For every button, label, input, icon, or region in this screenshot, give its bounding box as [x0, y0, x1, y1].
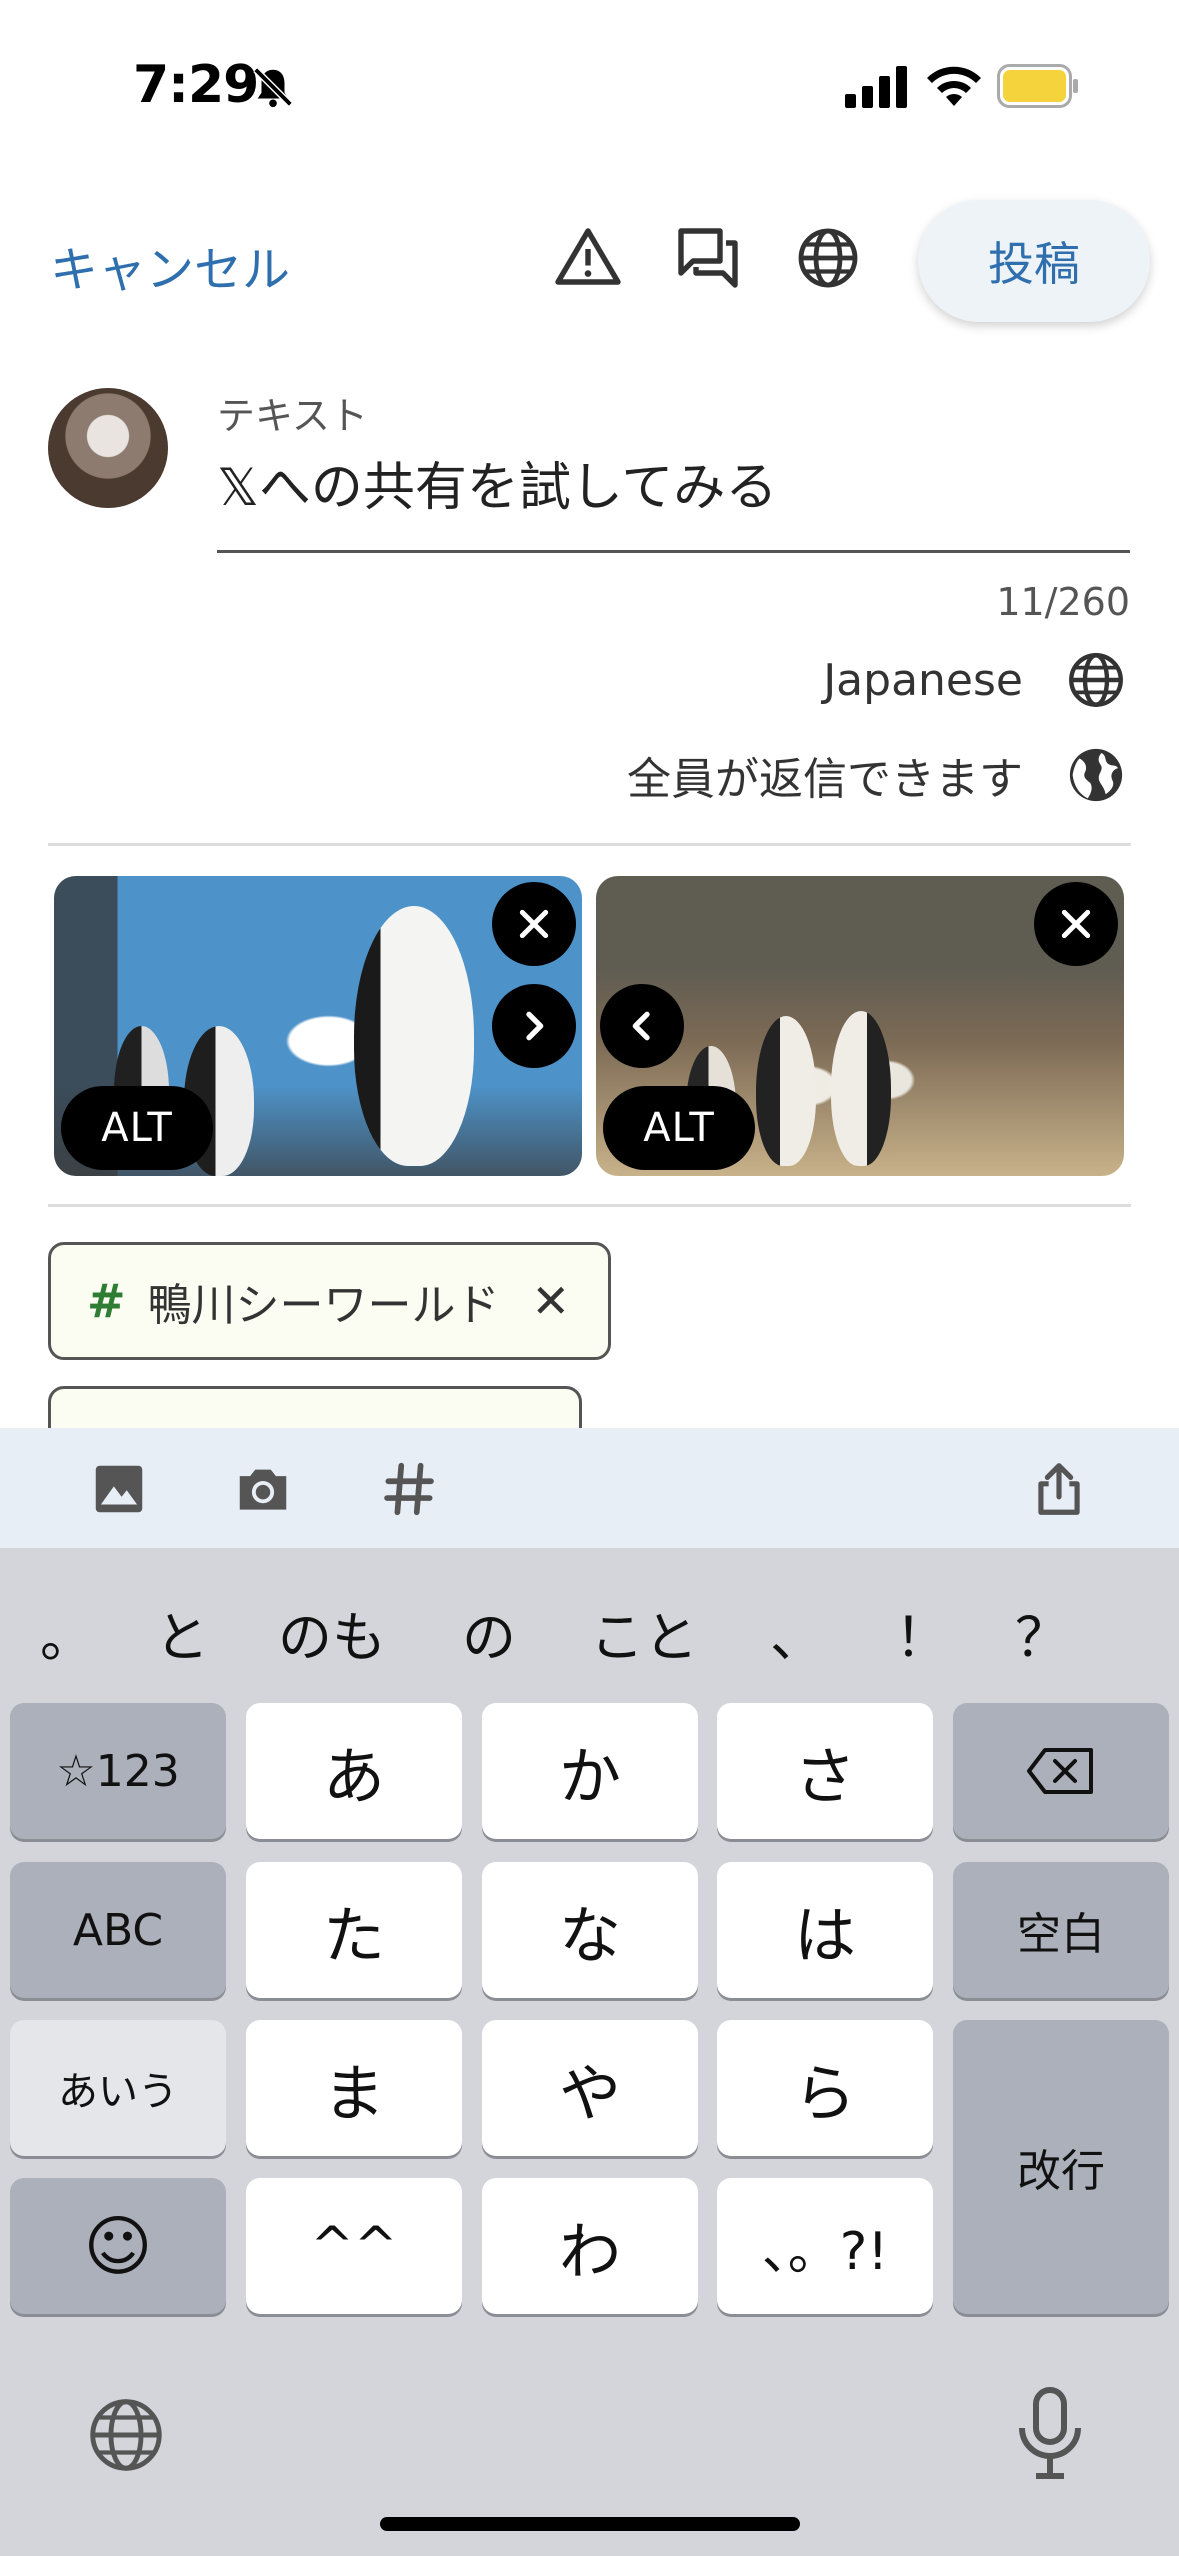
status-bar: 7:29: [0, 0, 1179, 170]
key-ha[interactable]: は: [717, 1862, 933, 1998]
cancel-button[interactable]: キャンセル: [50, 230, 290, 300]
reply-setting-label: 全員が返信できます: [627, 754, 1023, 805]
key-abc[interactable]: ABC: [10, 1862, 226, 1998]
alt-text-button[interactable]: ALT: [603, 1086, 755, 1170]
candidate-item[interactable]: こと: [590, 1593, 698, 1672]
hashtag-icon: #: [87, 1274, 126, 1328]
backspace-key[interactable]: [953, 1703, 1169, 1839]
warning-icon[interactable]: [552, 222, 624, 294]
penguin-shape: [831, 1011, 891, 1166]
keyboard-switch-globe-icon[interactable]: [84, 2393, 168, 2477]
attached-image-1[interactable]: ALT: [54, 876, 582, 1176]
candidate-bar: 。 と のも の こと 、 ！ ？: [0, 1548, 1179, 1698]
clock: 7:29: [133, 55, 259, 115]
divider: [48, 843, 1131, 846]
remove-image-button[interactable]: [1034, 882, 1118, 966]
divider: [48, 1204, 1131, 1207]
penguin-shape: [756, 1016, 816, 1166]
key-punctuation[interactable]: 、。?!: [717, 2178, 933, 2314]
microphone-icon[interactable]: [1010, 2386, 1090, 2482]
key-symbols[interactable]: ☆123: [10, 1703, 226, 1839]
hashtag-label: 鴨川シーワールド: [147, 1280, 500, 1331]
key-kana-mode[interactable]: あいう: [10, 2020, 226, 2156]
penguin-shape: [354, 906, 474, 1166]
post-text-input[interactable]: 𝕏への共有を試してみる: [217, 445, 777, 520]
close-icon: [519, 909, 549, 939]
key-ta[interactable]: た: [246, 1862, 462, 1998]
compose-toolbar: [0, 1428, 1179, 1548]
candidate-item[interactable]: 、: [770, 1593, 824, 1672]
remove-hashtag-icon[interactable]: ✕: [532, 1274, 571, 1328]
key-ma[interactable]: ま: [246, 2020, 462, 2156]
return-key[interactable]: 改行: [953, 2020, 1169, 2314]
hashtag-icon[interactable]: [378, 1458, 440, 1520]
character-counter: 11/260: [996, 580, 1130, 624]
candidate-item[interactable]: のも: [278, 1593, 386, 1672]
emoji-key[interactable]: ☺: [10, 2178, 226, 2314]
move-left-button[interactable]: [600, 984, 684, 1068]
remove-image-button[interactable]: [492, 882, 576, 966]
alt-text-button[interactable]: ALT: [61, 1086, 213, 1170]
key-wa[interactable]: わ: [482, 2178, 698, 2314]
candidate-item[interactable]: と: [155, 1593, 209, 1672]
avatar[interactable]: [48, 388, 168, 508]
chevron-right-icon: [526, 1011, 544, 1041]
move-right-button[interactable]: [492, 984, 576, 1068]
bell-muted-icon: [253, 67, 293, 108]
key-sa[interactable]: さ: [717, 1703, 933, 1839]
image-icon[interactable]: [88, 1458, 150, 1520]
space-key[interactable]: 空白: [953, 1862, 1169, 1998]
reply-setting-selector[interactable]: 全員が返信できます: [627, 740, 1129, 810]
key-na[interactable]: な: [482, 1862, 698, 1998]
key-ya[interactable]: や: [482, 2020, 698, 2156]
post-button[interactable]: 投稿: [918, 200, 1150, 322]
cellular-signal-icon: [845, 66, 907, 108]
text-field-underline: [217, 550, 1130, 553]
text-field-label: テキスト: [217, 394, 368, 438]
wifi-icon: [927, 66, 981, 106]
language-selector[interactable]: Japanese: [823, 645, 1129, 715]
key-ra[interactable]: ら: [717, 2020, 933, 2156]
home-indicator[interactable]: [380, 2517, 800, 2531]
key-kaomoji[interactable]: ^^: [246, 2178, 462, 2314]
chevron-left-icon: [632, 1011, 650, 1041]
close-icon: [1061, 909, 1091, 939]
globe-icon: [1069, 653, 1123, 707]
share-icon[interactable]: [1028, 1458, 1090, 1520]
thread-icon[interactable]: [672, 222, 744, 294]
language-globe-icon[interactable]: [792, 222, 864, 294]
candidate-item[interactable]: ！: [895, 1593, 949, 1672]
hashtag-chip[interactable]: # 鴨川シーワールド ✕: [48, 1242, 612, 1360]
candidate-item[interactable]: 。: [40, 1593, 94, 1672]
key-ka[interactable]: か: [482, 1703, 698, 1839]
candidate-item[interactable]: の: [462, 1593, 516, 1672]
key-a[interactable]: あ: [246, 1703, 462, 1839]
backspace-icon: [1027, 1748, 1093, 1794]
language-label: Japanese: [823, 654, 1023, 706]
keyboard: 。 と のも の こと 、 ！ ？ ☆123 あ か さ ABC た な は 空…: [0, 1548, 1179, 2556]
battery-icon: [997, 64, 1078, 108]
candidate-item[interactable]: ？: [1015, 1593, 1069, 1672]
public-earth-icon: [1069, 748, 1123, 802]
attached-image-2[interactable]: ALT: [596, 876, 1124, 1176]
camera-icon[interactable]: [232, 1458, 294, 1520]
